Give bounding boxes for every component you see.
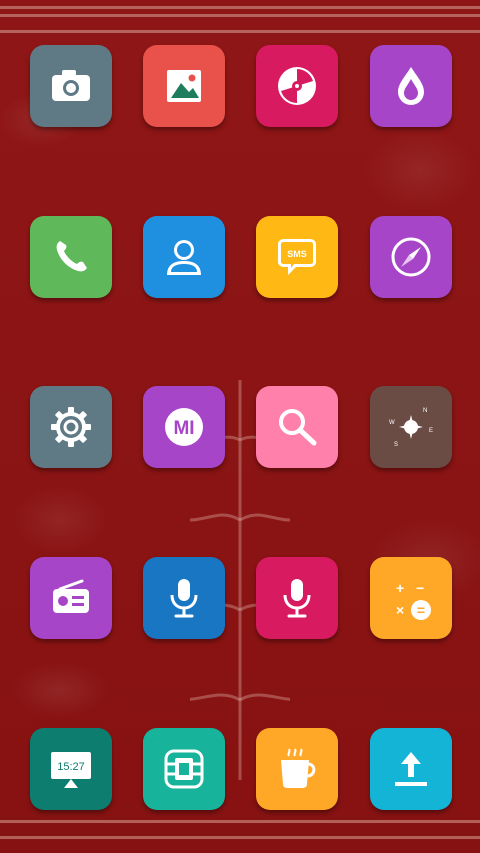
radio-icon bbox=[53, 579, 89, 613]
app-store[interactable] bbox=[256, 728, 338, 810]
app-contacts[interactable] bbox=[143, 216, 225, 298]
sms-icon: SMS bbox=[278, 239, 316, 275]
compass-icon bbox=[391, 237, 431, 277]
coffee-cup-icon bbox=[281, 748, 316, 788]
app-phone[interactable] bbox=[30, 216, 112, 298]
droplet-icon bbox=[398, 67, 424, 105]
gear-icon bbox=[51, 407, 91, 447]
disc-icon bbox=[278, 67, 316, 105]
phone-icon bbox=[56, 241, 87, 272]
contact-icon bbox=[167, 240, 201, 275]
clock-screen-icon: 15:27 bbox=[51, 752, 91, 788]
app-music[interactable] bbox=[256, 45, 338, 127]
app-camera[interactable] bbox=[30, 45, 112, 127]
svg-text:+: + bbox=[396, 580, 404, 596]
microphone-icon bbox=[170, 579, 198, 618]
app-browser[interactable] bbox=[370, 216, 452, 298]
svg-text:×: × bbox=[396, 602, 404, 618]
gallery-icon bbox=[167, 70, 201, 102]
app-mi-community[interactable]: MI bbox=[143, 386, 225, 468]
svg-text:MI: MI bbox=[173, 418, 194, 439]
search-icon bbox=[279, 409, 317, 446]
svg-text:S: S bbox=[394, 442, 398, 448]
app-updater[interactable] bbox=[370, 728, 452, 810]
app-themes[interactable] bbox=[370, 45, 452, 127]
app-search[interactable] bbox=[256, 386, 338, 468]
app-voice-assistant[interactable] bbox=[256, 557, 338, 639]
calculator-icon: + − × = bbox=[396, 580, 431, 620]
svg-text:N: N bbox=[423, 408, 427, 414]
svg-text:=: = bbox=[417, 602, 425, 618]
microphone-icon bbox=[283, 579, 311, 618]
app-calculator[interactable]: + − × = bbox=[370, 557, 452, 639]
app-messaging[interactable]: SMS bbox=[256, 216, 338, 298]
app-settings[interactable] bbox=[30, 386, 112, 468]
app-compass[interactable]: N E S W bbox=[370, 386, 452, 468]
app-sim-toolkit[interactable] bbox=[143, 728, 225, 810]
app-recorder[interactable] bbox=[143, 557, 225, 639]
home-screen-grid: SMS MI N E S W + − × = 15:27 bbox=[0, 0, 480, 853]
app-fm-radio[interactable] bbox=[30, 557, 112, 639]
svg-text:SMS: SMS bbox=[287, 249, 307, 259]
mi-icon: MI bbox=[165, 408, 203, 446]
svg-text:−: − bbox=[416, 580, 424, 596]
svg-text:E: E bbox=[429, 428, 433, 434]
sim-card-icon bbox=[164, 749, 204, 789]
svg-text:15:27: 15:27 bbox=[57, 761, 85, 773]
camera-icon bbox=[52, 70, 90, 101]
compass-rose-icon: N E S W bbox=[389, 408, 433, 448]
svg-text:W: W bbox=[389, 420, 395, 426]
app-gallery[interactable] bbox=[143, 45, 225, 127]
app-clock[interactable]: 15:27 bbox=[30, 728, 112, 810]
upload-icon bbox=[395, 752, 427, 786]
